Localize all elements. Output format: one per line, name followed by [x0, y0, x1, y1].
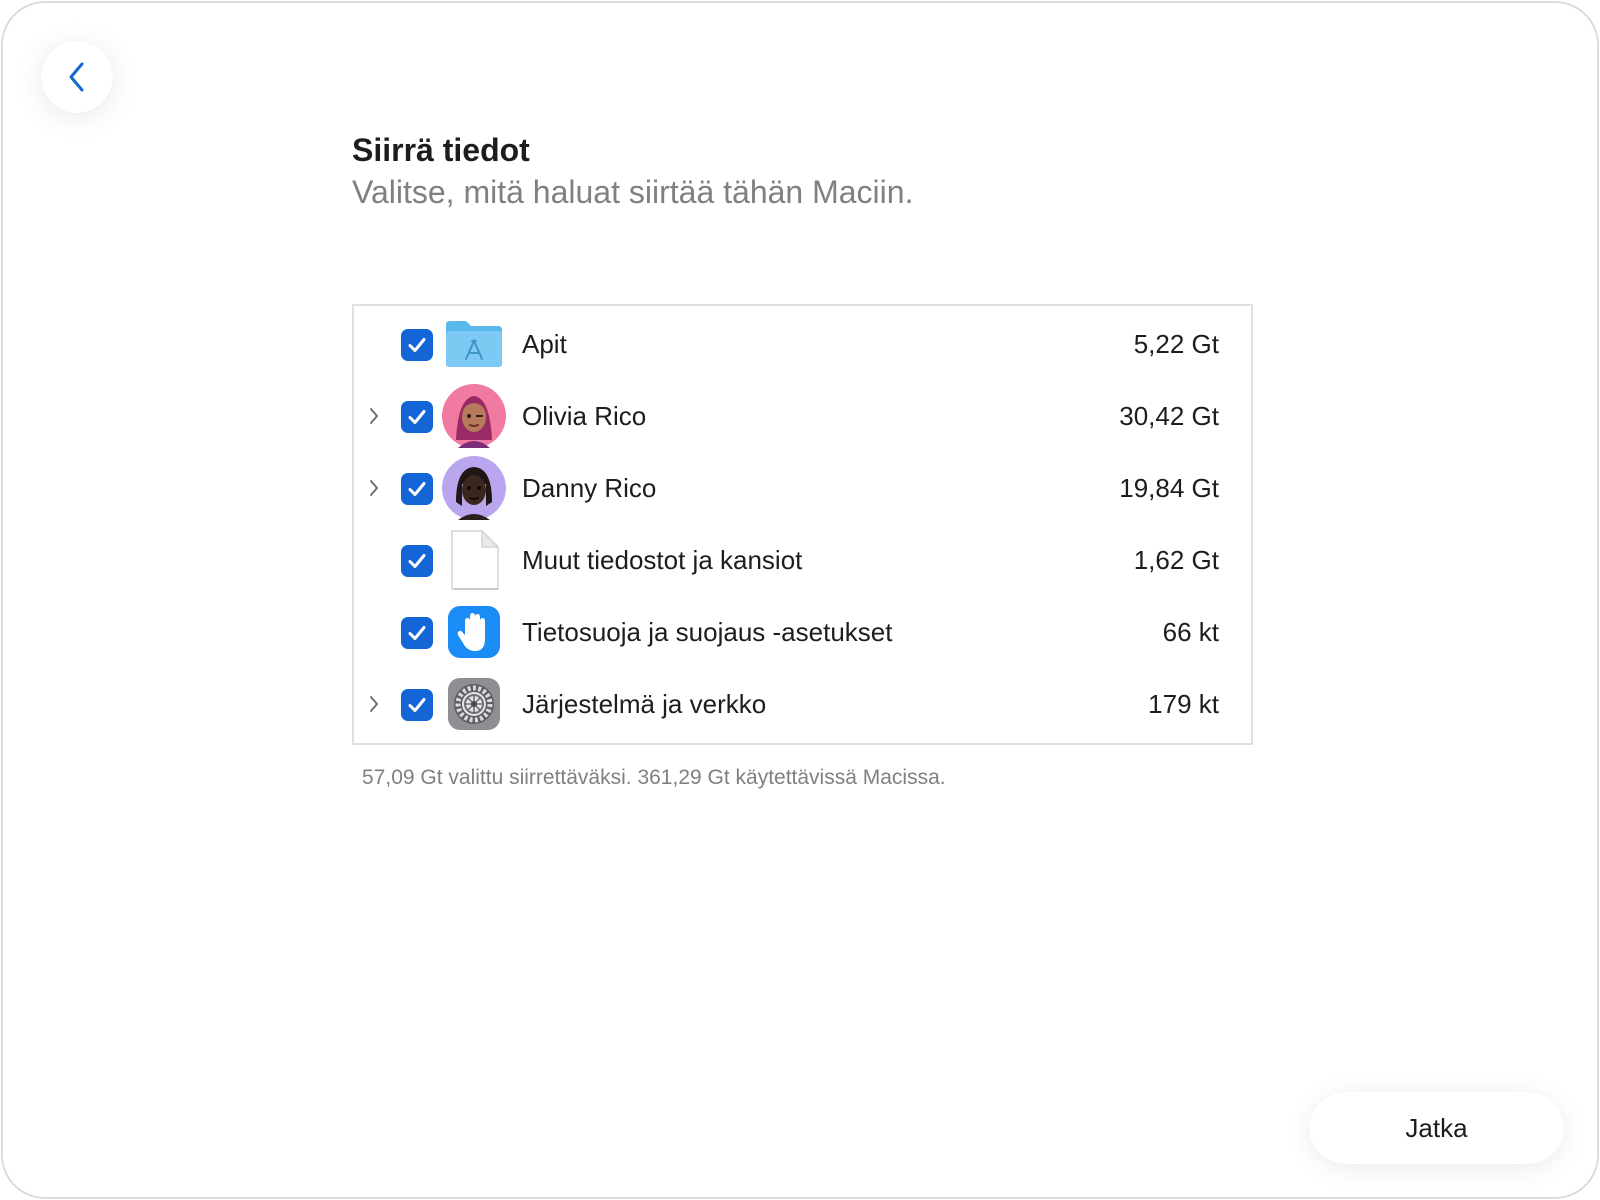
- chevron-right-icon: [370, 480, 378, 496]
- danny-rico-checkbox[interactable]: [401, 473, 433, 505]
- chevron-right-icon: [370, 408, 378, 424]
- checkmark-icon: [408, 626, 426, 640]
- system-network-checkbox[interactable]: [401, 689, 433, 721]
- system-settings-gear-icon: [442, 672, 506, 736]
- other-files-checkbox[interactable]: [401, 545, 433, 577]
- item-size: 66 kt: [1162, 617, 1219, 647]
- back-button[interactable]: [41, 41, 113, 113]
- transfer-items-list: Apit 5,22 Gt Olivia Rico 30,42 Gt Danny …: [352, 304, 1253, 745]
- item-label: Danny Rico: [522, 473, 657, 503]
- privacy-security-checkbox[interactable]: [401, 617, 433, 649]
- item-size: 5,22 Gt: [1133, 329, 1219, 359]
- chevron-right-icon: [370, 696, 378, 712]
- checkmark-icon: [408, 410, 426, 424]
- document-icon: [442, 528, 506, 592]
- list-item-privacy-security: Tietosuoja ja suojaus -asetukset 66 kt: [354, 596, 1251, 668]
- list-item-other-files: Muut tiedostot ja kansiot 1,62 Gt: [354, 524, 1251, 596]
- item-label: Muut tiedostot ja kansiot: [522, 545, 803, 575]
- transfer-summary: 57,09 Gt valittu siirrettäväksi. 361,29 …: [362, 766, 946, 789]
- item-label: Järjestelmä ja verkko: [522, 689, 767, 719]
- checkmark-icon: [408, 482, 426, 496]
- disclosure-button[interactable]: [364, 692, 384, 716]
- apps-checkbox[interactable]: [401, 329, 433, 361]
- chevron-left-icon: [69, 62, 84, 92]
- item-size: 179 kt: [1148, 689, 1219, 719]
- item-size: 19,84 Gt: [1119, 473, 1219, 503]
- user-avatar-icon: [442, 456, 506, 520]
- page-header: Siirrä tiedot Valitse, mitä haluat siirt…: [352, 130, 1252, 212]
- page-subtitle: Valitse, mitä haluat siirtää tähän Macii…: [352, 174, 914, 210]
- checkmark-icon: [408, 338, 426, 352]
- item-size: 1,62 Gt: [1133, 545, 1219, 575]
- disclosure-button[interactable]: [364, 404, 384, 428]
- list-item-apps: Apit 5,22 Gt: [354, 308, 1251, 380]
- item-label: Apit: [522, 329, 567, 359]
- checkmark-icon: [408, 554, 426, 568]
- checkmark-icon: [408, 698, 426, 712]
- migration-window: Siirrä tiedot Valitse, mitä haluat siirt…: [1, 1, 1599, 1199]
- continue-button[interactable]: Jatka: [1309, 1092, 1564, 1164]
- list-item-olivia-rico: Olivia Rico 30,42 Gt: [354, 380, 1251, 452]
- item-size: 30,42 Gt: [1119, 401, 1219, 431]
- privacy-hand-icon: [442, 600, 506, 664]
- olivia-rico-checkbox[interactable]: [401, 401, 433, 433]
- user-avatar-icon: [442, 384, 506, 448]
- list-item-danny-rico: Danny Rico 19,84 Gt: [354, 452, 1251, 524]
- item-label: Olivia Rico: [522, 401, 647, 431]
- page-title: Siirrä tiedot: [352, 132, 530, 168]
- disclosure-button[interactable]: [364, 476, 384, 500]
- item-label: Tietosuoja ja suojaus -asetukset: [522, 617, 893, 647]
- list-item-system-network: Järjestelmä ja verkko 179 kt: [354, 668, 1251, 740]
- applications-folder-icon: [442, 312, 506, 376]
